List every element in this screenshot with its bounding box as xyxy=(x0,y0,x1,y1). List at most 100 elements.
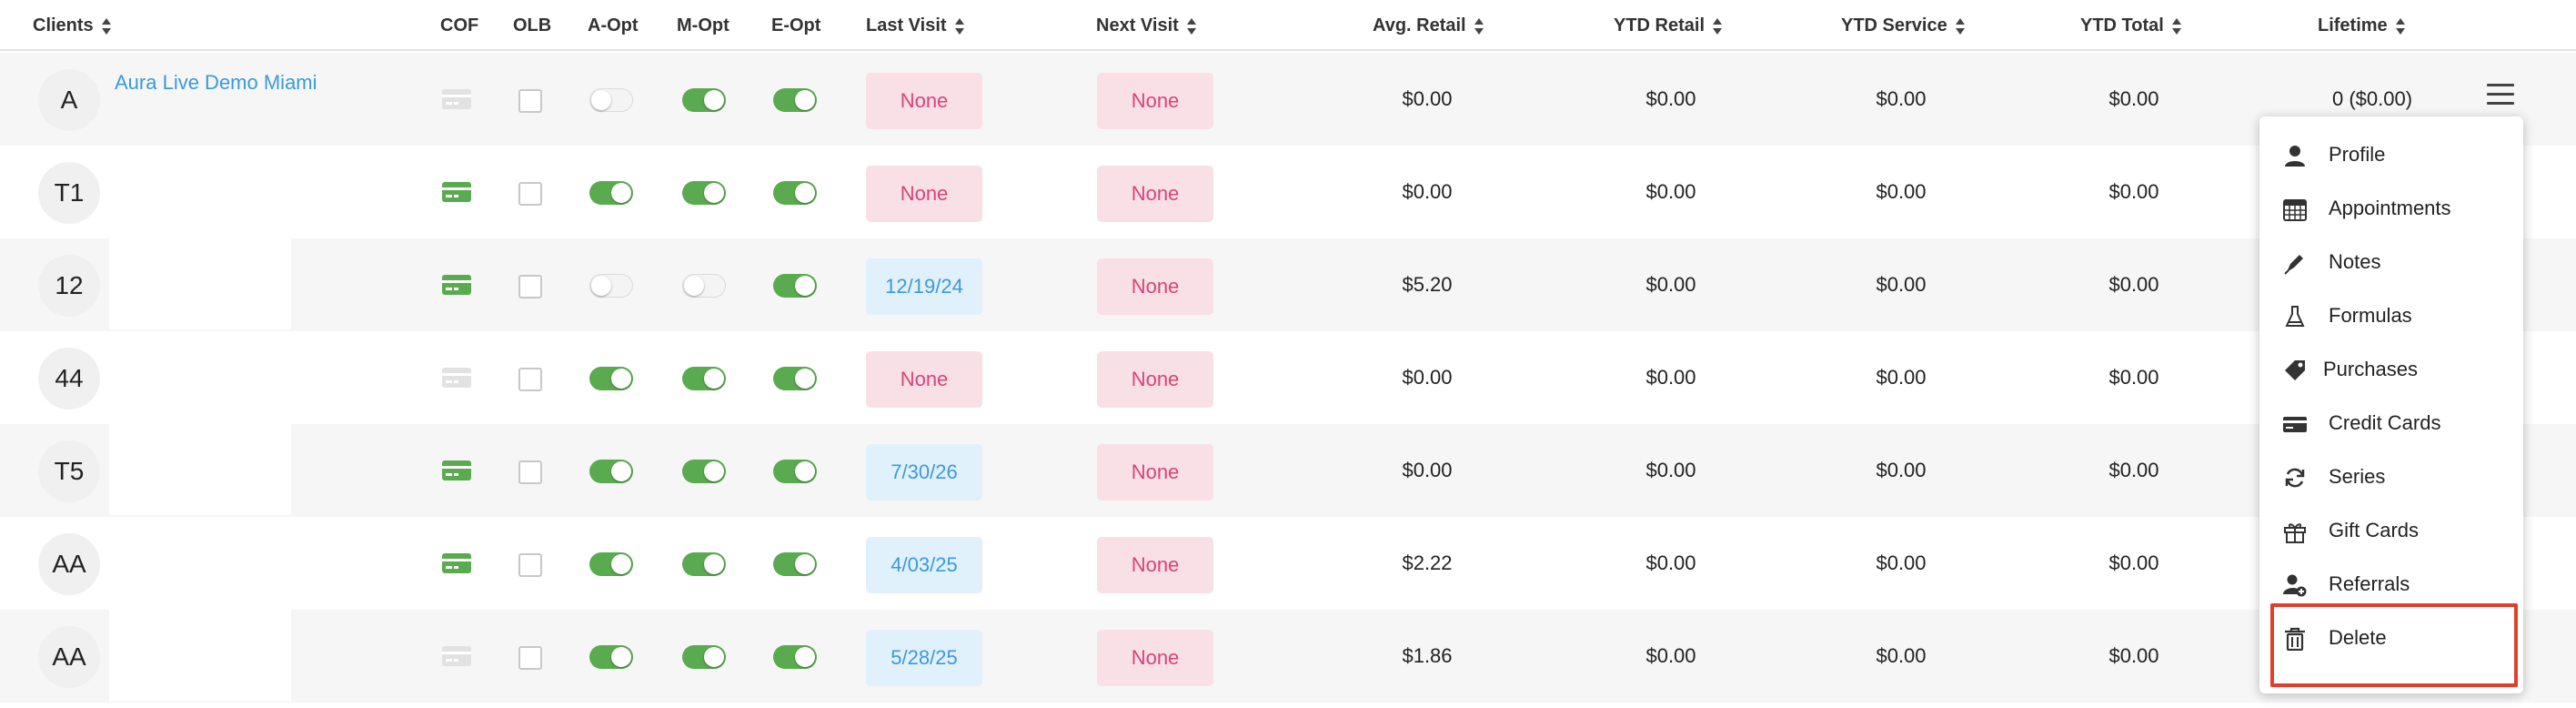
menu-item-label: Purchases xyxy=(2323,358,2418,380)
a-opt-toggle[interactable] xyxy=(589,88,633,112)
a-opt-toggle[interactable] xyxy=(589,181,633,205)
e-opt-toggle[interactable] xyxy=(773,460,817,483)
menu-item-referrals[interactable]: Referrals xyxy=(2259,559,2523,610)
client-name-link[interactable]: Aura Live Demo Miami xyxy=(115,71,317,95)
menu-item-series[interactable]: Series xyxy=(2259,451,2523,502)
ytd-retail-value: $0.00 xyxy=(1645,459,1696,481)
a-opt-toggle[interactable] xyxy=(589,645,633,669)
olb-checkbox[interactable] xyxy=(518,89,542,113)
menu-item-label: Credit Cards xyxy=(2329,411,2441,434)
menu-item-gift-cards[interactable]: Gift Cards xyxy=(2259,505,2523,556)
col-ytd-total[interactable]: YTD Total xyxy=(2080,0,2182,51)
e-opt-toggle-knob xyxy=(795,554,815,574)
olb-checkbox[interactable] xyxy=(518,460,542,484)
avg-retail-value: $5.20 xyxy=(1402,273,1453,296)
menu-item-purchases[interactable]: Purchases xyxy=(2259,344,2523,395)
ytd-service-value: $0.00 xyxy=(1876,366,1927,389)
col-avg-retail[interactable]: Avg. Retail xyxy=(1373,0,1484,51)
sort-icon xyxy=(1186,17,1197,35)
sort-icon xyxy=(1474,17,1484,35)
redacted-name xyxy=(109,331,291,422)
m-opt-toggle[interactable] xyxy=(682,367,726,390)
menu-item-appointments[interactable]: Appointments xyxy=(2259,183,2523,234)
col-e-opt: E-Opt xyxy=(771,15,821,35)
e-opt-toggle[interactable] xyxy=(773,88,817,112)
a-opt-toggle-knob xyxy=(591,276,611,296)
col-clients[interactable]: Clients xyxy=(33,0,112,51)
col-lifetime[interactable]: Lifetime xyxy=(2318,0,2406,51)
last-visit-badge: 7/30/26 xyxy=(866,444,982,501)
menu-item-profile[interactable]: Profile xyxy=(2259,129,2523,180)
col-last-visit[interactable]: Last Visit xyxy=(866,0,965,51)
olb-checkbox[interactable] xyxy=(518,182,542,206)
sort-icon xyxy=(2171,17,2182,35)
ytd-service-value: $0.00 xyxy=(1876,87,1927,110)
col-cof: COF xyxy=(440,15,479,35)
m-opt-toggle-knob xyxy=(704,461,724,481)
m-opt-toggle[interactable] xyxy=(682,645,726,669)
ytd-retail-value: $0.00 xyxy=(1645,366,1696,389)
avg-retail-value: $2.22 xyxy=(1402,551,1453,574)
a-opt-toggle-knob xyxy=(611,461,631,481)
a-opt-toggle[interactable] xyxy=(589,274,633,298)
row-actions-menu-button[interactable] xyxy=(2487,84,2514,107)
e-opt-toggle-knob xyxy=(795,276,815,296)
m-opt-toggle[interactable] xyxy=(682,274,726,298)
olb-checkbox[interactable] xyxy=(518,368,542,391)
a-opt-toggle[interactable] xyxy=(589,552,633,576)
m-opt-toggle[interactable] xyxy=(682,181,726,205)
m-opt-toggle[interactable] xyxy=(682,552,726,576)
last-visit-badge: None xyxy=(866,73,982,129)
e-opt-toggle-knob xyxy=(795,90,815,110)
olb-checkbox[interactable] xyxy=(518,646,542,670)
e-opt-toggle[interactable] xyxy=(773,274,817,298)
olb-checkbox[interactable] xyxy=(518,553,542,577)
menu-item-credit-cards[interactable]: Credit Cards xyxy=(2259,398,2523,449)
a-opt-toggle[interactable] xyxy=(589,460,633,483)
col-clients-label: Clients xyxy=(33,15,94,35)
table-row: AA 5/28/25 None $1.86 $0.00 $0.00 $0.00 xyxy=(0,610,2576,703)
table-header: Clients COF OLB A-Opt M-Opt E-Opt Last V… xyxy=(0,0,2576,51)
menu-item-notes[interactable]: Notes xyxy=(2259,237,2523,288)
olb-checkbox[interactable] xyxy=(518,275,542,298)
col-ytd-service-label: YTD Service xyxy=(1841,15,1947,35)
m-opt-toggle[interactable] xyxy=(682,460,726,483)
credit-card-icon xyxy=(442,87,471,111)
menu-item-formulas[interactable]: Formulas xyxy=(2259,290,2523,341)
ytd-service-value: $0.00 xyxy=(1876,273,1927,296)
avg-retail-value: $0.00 xyxy=(1402,459,1453,481)
ytd-total-value: $0.00 xyxy=(2108,366,2159,389)
m-opt-toggle[interactable] xyxy=(682,88,726,112)
avg-retail-value: $0.00 xyxy=(1402,180,1453,203)
trash-icon xyxy=(2283,627,2307,652)
next-visit-badge: None xyxy=(1097,630,1213,686)
e-opt-toggle[interactable] xyxy=(773,645,817,669)
redacted-name xyxy=(109,610,291,701)
next-visit-badge: None xyxy=(1097,537,1213,593)
a-opt-toggle[interactable] xyxy=(589,367,633,390)
sort-icon xyxy=(954,17,965,35)
tag-icon xyxy=(2283,359,2307,382)
flask-icon xyxy=(2283,305,2307,329)
e-opt-toggle[interactable] xyxy=(773,367,817,390)
redacted-name xyxy=(109,517,291,608)
sort-icon xyxy=(1955,17,1966,35)
sort-icon xyxy=(101,17,112,35)
col-ytd-retail[interactable]: YTD Retail xyxy=(1614,0,1723,51)
m-opt-toggle-knob xyxy=(704,554,724,574)
e-opt-toggle[interactable] xyxy=(773,552,817,576)
table-row: AA 4/03/25 None $2.22 $0.00 $0.00 $0.00 xyxy=(0,517,2576,610)
col-next-visit[interactable]: Next Visit xyxy=(1096,0,1197,51)
table-row: A Aura Live Demo Miami None None $0.00 $0.00 $… xyxy=(0,53,2576,146)
avg-retail-value: $0.00 xyxy=(1402,366,1453,389)
ytd-total-value: $0.00 xyxy=(2108,87,2159,110)
e-opt-toggle[interactable] xyxy=(773,181,817,205)
col-ytd-service[interactable]: YTD Service xyxy=(1841,0,1966,51)
last-visit-badge: 4/03/25 xyxy=(866,537,982,593)
menu-item-label: Notes xyxy=(2329,250,2381,273)
e-opt-toggle-knob xyxy=(795,369,815,389)
menu-item-delete[interactable]: Delete xyxy=(2259,612,2523,663)
e-opt-toggle-knob xyxy=(795,461,815,481)
avg-retail-value: $1.86 xyxy=(1402,644,1453,667)
ytd-retail-value: $0.00 xyxy=(1645,273,1696,296)
